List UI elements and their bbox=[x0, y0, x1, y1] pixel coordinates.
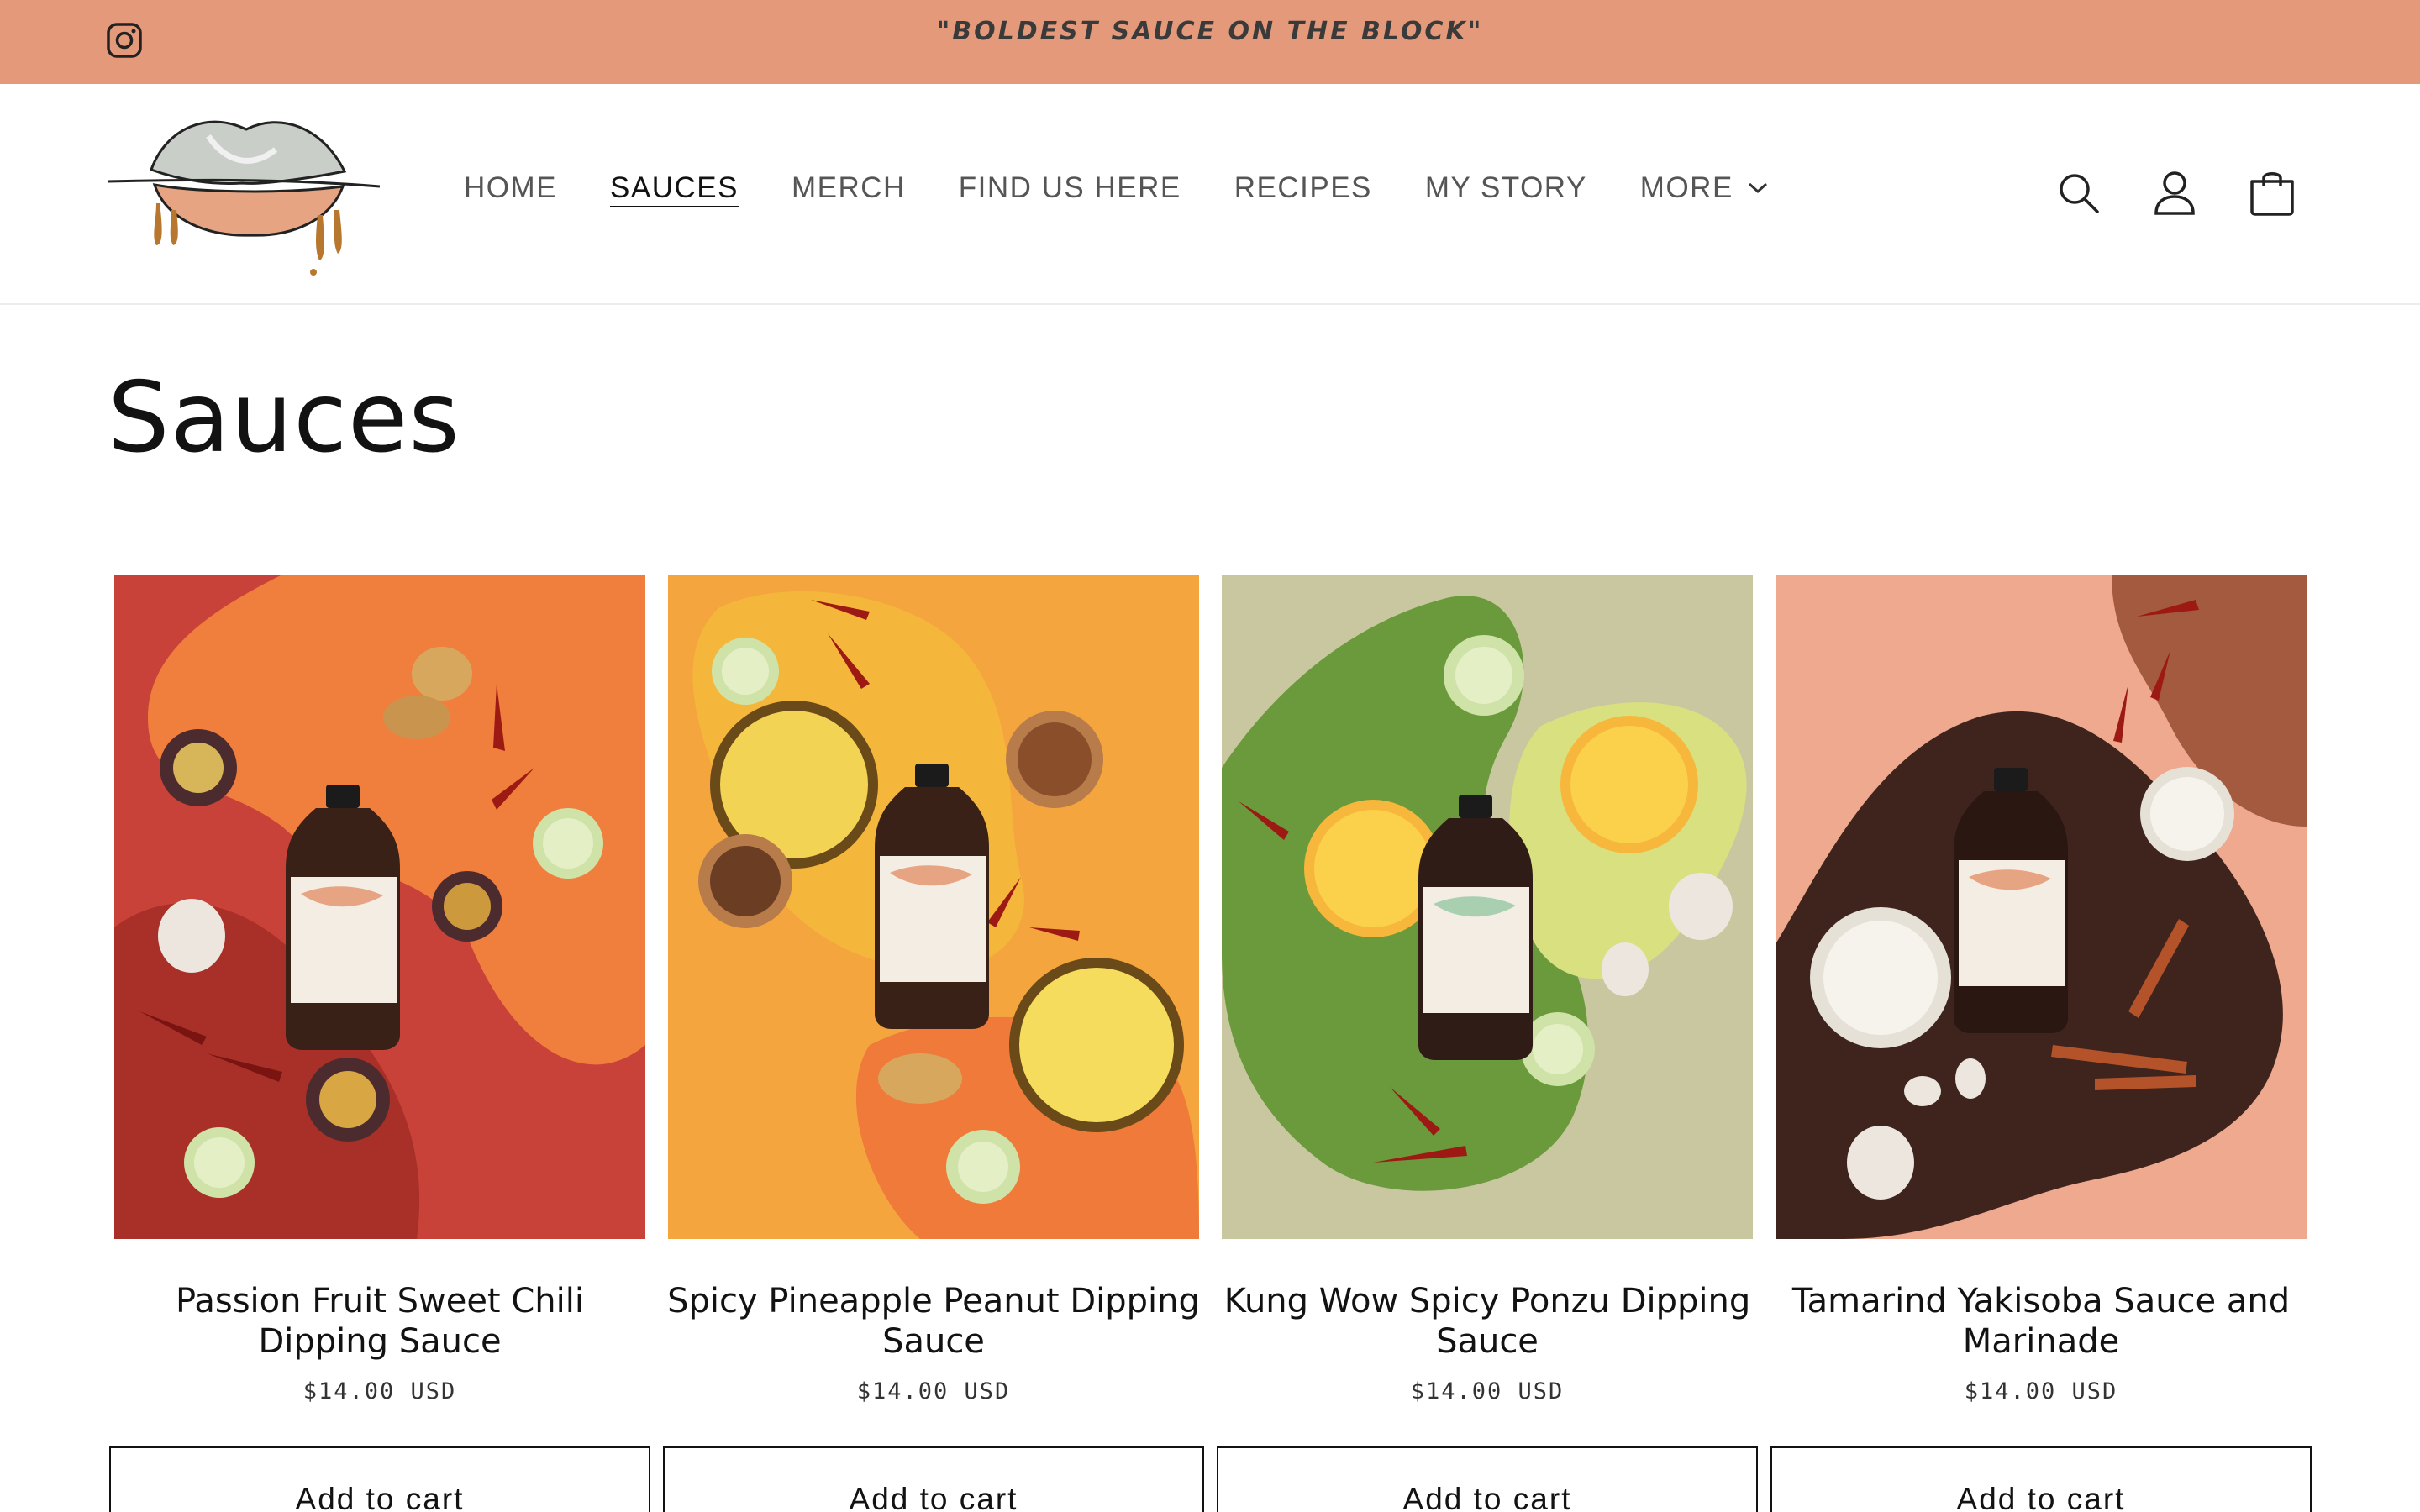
product-title[interactable]: Kung Wow Spicy Ponzu Dipping Sauce bbox=[1218, 1281, 1757, 1362]
product-title[interactable]: Tamarind Yakisoba Sauce and Marinade bbox=[1771, 1281, 2311, 1362]
chevron-down-icon bbox=[1748, 182, 1767, 194]
nav-sauces[interactable]: SAUCES bbox=[610, 171, 739, 205]
announcement-text: "BOLDEST SAUCE ON THE BLOCK" bbox=[936, 17, 1484, 46]
product-image[interactable] bbox=[1776, 575, 2307, 1239]
nav-merch[interactable]: MERCH bbox=[792, 171, 906, 205]
product-image[interactable] bbox=[114, 575, 645, 1239]
nav-home[interactable]: HOME bbox=[464, 171, 557, 205]
nav-more-label: MORE bbox=[1639, 171, 1733, 204]
nav-more[interactable]: MORE bbox=[1640, 171, 1769, 205]
product-title[interactable]: Passion Fruit Sweet Chili Dipping Sauce bbox=[110, 1281, 650, 1362]
product-price: $14.00 USD bbox=[302, 1378, 457, 1404]
search-icon[interactable] bbox=[2055, 168, 2102, 217]
product-card: Tamarind Yakisoba Sauce and Marinade $14… bbox=[1776, 575, 2307, 1404]
add-to-cart-button[interactable]: Add to cart bbox=[1217, 1446, 1758, 1512]
product-price: $14.00 USD bbox=[1410, 1378, 1565, 1404]
product-image[interactable] bbox=[668, 575, 1199, 1239]
add-to-cart-button[interactable]: Add to cart bbox=[663, 1446, 1204, 1512]
cart-icon[interactable] bbox=[2249, 168, 2296, 217]
announcement-bar: "BOLDEST SAUCE ON THE BLOCK" bbox=[0, 0, 2420, 84]
product-price: $14.00 USD bbox=[856, 1378, 1011, 1404]
product-price: $14.00 USD bbox=[1964, 1378, 2118, 1404]
page-title: Sauces bbox=[108, 361, 460, 475]
brand-logo[interactable] bbox=[108, 111, 380, 279]
add-to-cart-button[interactable]: Add to cart bbox=[1770, 1446, 2312, 1512]
nav-find-us-here[interactable]: FIND US HERE bbox=[959, 171, 1181, 205]
nav-recipes[interactable]: RECIPES bbox=[1234, 171, 1372, 205]
product-card: Passion Fruit Sweet Chili Dipping Sauce … bbox=[114, 575, 645, 1404]
account-icon[interactable] bbox=[2151, 168, 2198, 217]
add-to-cart-button[interactable]: Add to cart bbox=[109, 1446, 650, 1512]
product-card: Kung Wow Spicy Ponzu Dipping Sauce $14.0… bbox=[1222, 575, 1753, 1404]
product-image[interactable] bbox=[1222, 575, 1753, 1239]
product-title[interactable]: Spicy Pineapple Peanut Dipping Sauce bbox=[664, 1281, 1203, 1362]
product-card: Spicy Pineapple Peanut Dipping Sauce $14… bbox=[667, 575, 1200, 1404]
nav-my-story[interactable]: MY STORY bbox=[1425, 171, 1587, 205]
main-nav: HOME SAUCES MERCH FIND US HERE RECIPES M… bbox=[464, 171, 1822, 205]
